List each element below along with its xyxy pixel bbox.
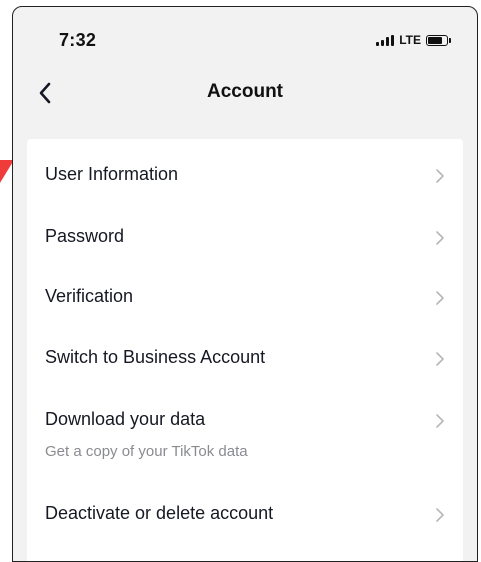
network-type: LTE — [399, 33, 421, 47]
menu-item-label: Deactivate or delete account — [45, 503, 274, 523]
status-indicators: LTE — [376, 33, 451, 47]
menu-item-label: Switch to Business Account — [45, 347, 266, 367]
chevron-right-icon — [436, 231, 444, 245]
signal-bars-icon — [376, 34, 395, 46]
phone-screen: 7:32 LTE Account User Information Passwo… — [12, 6, 478, 562]
battery-cap — [449, 37, 451, 43]
menu-item-download-your-data[interactable]: Download your data Get a copy of your Ti… — [27, 383, 463, 478]
status-time: 7:32 — [59, 30, 97, 50]
battery-icon — [426, 34, 448, 46]
menu-item-verification[interactable]: Verification — [27, 261, 463, 322]
chevron-right-icon — [436, 414, 444, 428]
menu-item-subtitle: Get a copy of your TikTok data — [45, 443, 248, 460]
chevron-right-icon — [436, 169, 444, 183]
chevron-right-icon — [436, 508, 444, 522]
menu-item-label: Download your data — [45, 409, 206, 429]
menu-item-password[interactable]: Password — [27, 201, 463, 261]
page-title: Account — [207, 81, 283, 102]
menu-item-user-information[interactable]: User Information — [27, 139, 463, 201]
chevron-right-icon — [436, 352, 444, 366]
menu-item-switch-to-business-account[interactable]: Switch to Business Account — [27, 322, 463, 383]
navigation-bar: Account — [13, 69, 477, 117]
menu-item-label: Verification — [45, 286, 134, 306]
chevron-right-icon — [436, 291, 444, 305]
menu-item-deactivate-or-delete-account[interactable]: Deactivate or delete account — [27, 478, 463, 540]
status-bar: 7:32 LTE — [13, 7, 477, 67]
account-menu: User Information Password Verification S… — [27, 139, 463, 561]
menu-item-label: Password — [45, 226, 125, 246]
menu-item-label: User Information — [45, 164, 179, 184]
